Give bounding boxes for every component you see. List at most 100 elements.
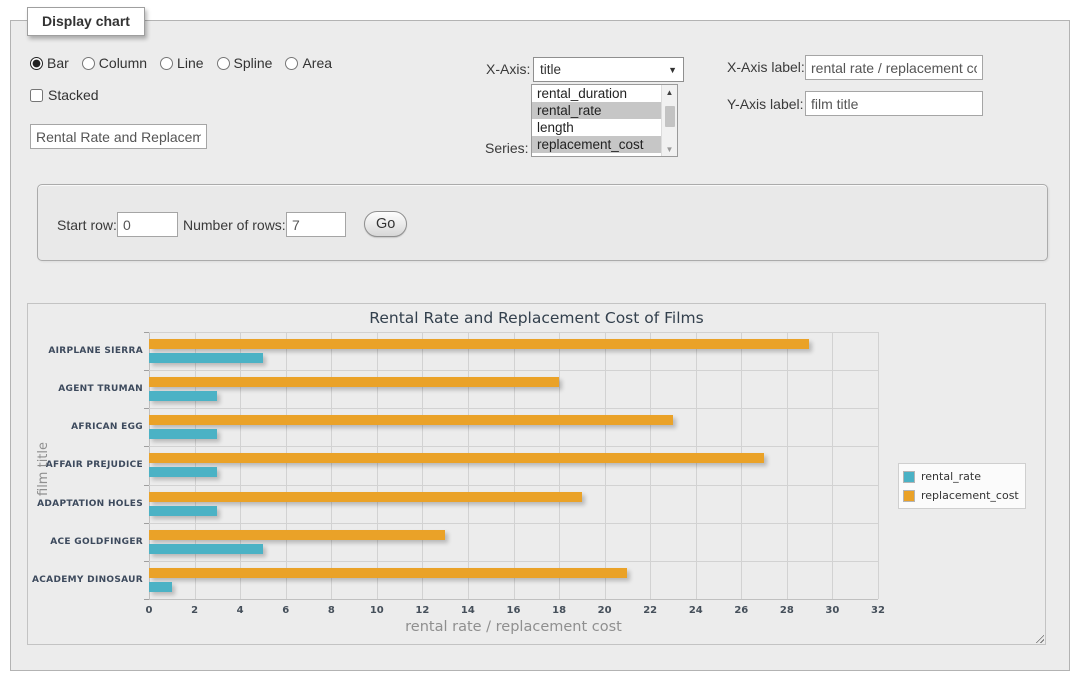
y-axis-tick [144,332,149,333]
x-axis-field-label: X-Axis: [486,61,530,77]
y-axis-tick [144,370,149,371]
y-axis-tick [144,408,149,409]
scrollbar-thumb[interactable] [665,106,675,127]
x-axis-label-input[interactable] [805,55,983,80]
y-axis-tick [144,561,149,562]
stacked-checkbox[interactable] [30,89,43,102]
stacked-row: Stacked [30,87,99,103]
start-row-input[interactable] [117,212,178,237]
chart-legend: rental_rate replacement_cost [898,463,1026,509]
bar-band [149,370,878,408]
radio-label-area: Area [302,55,332,71]
bar-replacement_cost [149,339,809,349]
bar-band [149,446,878,484]
stacked-label: Stacked [48,87,99,103]
x-axis-tick-label: 8 [316,605,346,616]
series-option-replacement_cost[interactable]: replacement_cost [532,136,661,153]
y-axis-category-label: AIRPLANE SIERRA [28,332,143,370]
go-button[interactable]: Go [364,211,407,237]
x-axis-tick-label: 32 [863,605,893,616]
chart-title: Rental Rate and Replacement Cost of Film… [28,309,1045,327]
y-axis-tick [144,485,149,486]
series-option-rental_rate[interactable]: rental_rate [532,102,661,119]
y-axis-category-label: ACADEMY DINOSAUR [28,561,143,599]
x-axis-tick-label: 4 [225,605,255,616]
plot-area [149,332,878,599]
x-axis-tick-label: 26 [726,605,756,616]
legend-item: rental_rate [903,467,1019,486]
bar-rental_rate [149,582,172,592]
x-axis-tick-label: 28 [772,605,802,616]
bar-replacement_cost [149,415,673,425]
fieldset-legend: Display chart [27,7,145,36]
bar-rental_rate [149,506,217,516]
series-option-length[interactable]: length [532,119,661,136]
x-axis-tick-label: 2 [180,605,210,616]
x-axis-tick-label: 6 [271,605,301,616]
radio-label-spline: Spline [234,55,273,71]
bar-rental_rate [149,429,217,439]
bar-band [149,523,878,561]
bar-replacement_cost [149,453,764,463]
resize-grip-icon[interactable] [1033,632,1044,643]
bar-replacement_cost [149,492,582,502]
series-option-rental_duration[interactable]: rental_duration [532,85,661,102]
number-of-rows-label: Number of rows: [183,217,286,233]
x-axis-tick-label: 24 [681,605,711,616]
radio-label-bar: Bar [47,55,69,71]
chart-title-input[interactable] [30,124,207,149]
bar-rental_rate [149,544,263,554]
chart-container: Rental Rate and Replacement Cost of Film… [27,303,1046,645]
bar-replacement_cost [149,377,559,387]
x-axis-tick-label: 16 [499,605,529,616]
legend-swatch [903,490,915,502]
legend-label: replacement_cost [921,489,1019,502]
radio-spline[interactable] [217,57,230,70]
series-scrollbar[interactable]: ▲ ▼ [661,85,677,156]
x-axis-tick-label: 18 [544,605,574,616]
y-axis-label-input[interactable] [805,91,983,116]
radio-column[interactable] [82,57,95,70]
y-axis-label-field-label: Y-Axis label: [727,96,804,112]
radio-line[interactable] [160,57,173,70]
bar-rental_rate [149,391,217,401]
start-row-label: Start row: [57,217,117,233]
legend-item: replacement_cost [903,486,1019,505]
gridline [878,332,879,599]
radio-label-line: Line [177,55,203,71]
y-axis-category-label: AGENT TRUMAN [28,370,143,408]
x-axis-tick-label: 22 [635,605,665,616]
scroll-down-icon[interactable]: ▼ [662,142,677,156]
scroll-up-icon[interactable]: ▲ [662,85,677,99]
bar-rental_rate [149,467,217,477]
number-of-rows-input[interactable] [286,212,346,237]
bar-band [149,561,878,599]
y-axis-tick [144,446,149,447]
x-axis-select[interactable]: title ▼ [533,57,684,82]
x-axis-tick-label: 10 [362,605,392,616]
legend-label: rental_rate [921,470,981,483]
y-axis-tick [144,599,149,600]
bar-replacement_cost [149,530,445,540]
radio-label-column: Column [99,55,147,71]
bar-rental_rate [149,353,263,363]
legend-swatch [903,471,915,483]
y-axis-category-label: ACE GOLDFINGER [28,523,143,561]
chevron-down-icon: ▼ [668,65,677,75]
radio-bar[interactable] [30,57,43,70]
x-axis-tick-label: 0 [134,605,164,616]
gridline [149,599,878,600]
x-axis-selected-value: title [540,62,561,77]
radio-area[interactable] [285,57,298,70]
series-field-label: Series: [485,140,529,156]
bar-band [149,408,878,446]
y-axis-title: film title [36,414,51,524]
x-axis-tick-label: 30 [817,605,847,616]
x-axis-title: rental rate / replacement cost [149,619,878,635]
bar-band [149,332,878,370]
series-listbox[interactable]: rental_durationrental_ratelengthreplacem… [531,84,678,157]
bar-replacement_cost [149,568,627,578]
bar-band [149,485,878,523]
x-axis-tick-label: 12 [407,605,437,616]
x-axis-label-field-label: X-Axis label: [727,59,805,75]
